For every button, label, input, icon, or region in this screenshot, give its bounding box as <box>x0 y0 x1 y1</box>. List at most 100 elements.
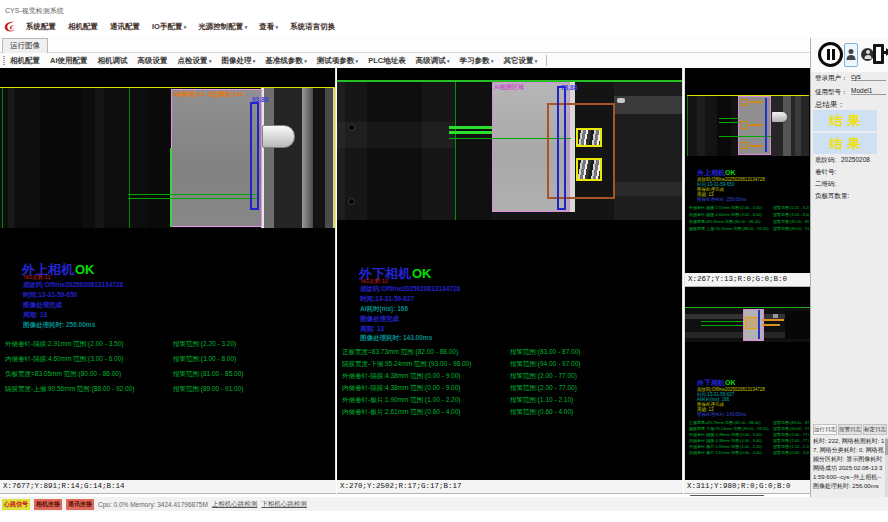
tool-baseline-params[interactable]: 基准线参数 <box>260 56 311 66</box>
camera-image-lower: AI检测区域 73.88 <box>337 82 683 220</box>
bolt-head <box>348 198 355 205</box>
menu-item-view[interactable]: 查看 <box>253 22 284 32</box>
measurement-row: 外侧卷针-隔膜:4.38mm 范围:(0.00 - 9.00)报警范围:(2.0… <box>337 372 682 382</box>
tab-strip: 运行图像 <box>0 37 888 53</box>
user-button-active[interactable] <box>844 43 858 67</box>
tool-plc-address[interactable]: PLC地址表 <box>363 56 411 66</box>
process-time: 图像处理耗时: 256.00ms <box>23 321 95 330</box>
thumb-bar-underline <box>690 495 764 496</box>
result-box-lower: 结果 <box>813 133 877 154</box>
thumb-measure-row: 隔膜宽度-上侧:90.56mm 范围:(88.00 - 92.00)报警范围:(… <box>685 226 810 232</box>
upper-camera-heartbeat-link[interactable]: 上相机心跳检测 <box>212 500 258 509</box>
measure-value-label: 93.88 <box>252 96 268 103</box>
tool-advanced-debug[interactable]: 高级调试 <box>411 56 455 66</box>
measurement-row: 内侧卷针-隔膜:4.60mm 范围:(3.00 - 6.00)报警范围:(3.0… <box>0 355 335 365</box>
overlay-green-vline <box>170 148 172 227</box>
threshold-label: N标阈值:93, 动态阈值:100 <box>173 90 243 99</box>
tool-ai-config[interactable]: AI使用配置 <box>45 56 93 66</box>
result-ok: OK <box>75 262 95 277</box>
camera-view-lower[interactable]: AI检测区域 73.88 外下相机OK NG次数:10 底纹码:Offline2… <box>337 68 683 480</box>
overlay-roi-rect <box>171 89 262 227</box>
info-ai-time: AI耗时(ms): 166 <box>360 305 408 314</box>
info-code: 底纹码:Offline2025020813134728 <box>23 281 123 290</box>
info-time: 时间:13-31-59-650 <box>23 291 77 300</box>
tool-image-process[interactable]: 图像处理 <box>216 56 260 66</box>
menu-item-light-config[interactable]: 光源控制配置 <box>192 22 253 32</box>
overlay-measure-rect <box>250 102 259 210</box>
thumb-image-lower <box>685 308 810 342</box>
model-label: 使用型号： <box>815 88 848 97</box>
thumb-mark <box>740 142 748 149</box>
exit-button[interactable] <box>873 44 888 66</box>
thumb-mark <box>740 99 748 106</box>
thumb-measure-row: 外侧卷针-隔膜:2.91mm 范围:(2.00 - 3.50)报警范围:(2.2… <box>685 205 810 211</box>
camera-image-upper: N标阈值:93, 动态阈值:100 93.88 <box>0 88 336 228</box>
thumb-measure-row: 内侧卷针-隔膜:4.60mm 范围:(3.00 - 6.00)报警范围:(3.0… <box>685 212 810 218</box>
status-bar: 心跳信号 相机连接 通讯连接 Cpu: 0.0% Memory: 3424.41… <box>0 497 888 511</box>
tool-camera-config[interactable]: 相机配置 <box>5 56 45 66</box>
model-value[interactable]: Model1 <box>851 87 886 95</box>
info-time: 时间:13-31-59-627 <box>360 295 414 304</box>
overlay-defect-box <box>576 158 602 181</box>
thumbnail-column[interactable]: 外上相机OK 底纹码:Offline2025020813134728 时间:13… <box>684 68 810 480</box>
login-user-label: 登录用户： <box>815 74 848 83</box>
field-label: 底纹码: <box>815 156 836 165</box>
measure-value-label: 73.88 <box>561 84 577 91</box>
info-done: 图像处理完成 <box>23 301 62 310</box>
thumb-measure-line <box>765 98 767 152</box>
thumb-measure-line <box>758 310 760 339</box>
coords-bar-lower: X:270;Y:2502;R:17;G:17;B:17 <box>337 480 683 494</box>
toolbar-divider <box>546 55 547 66</box>
cpu-memory-text: Cpu: 0.0% Memory: 3424.41796875M <box>98 501 208 508</box>
menu-item-language[interactable]: 系统语言切换 <box>284 22 341 32</box>
pause-button[interactable] <box>818 42 843 67</box>
thumb-info: 图像处理耗时: 143.00ms <box>697 412 809 417</box>
toolbar: 相机配置 AI使用配置 相机调试 高级设置 点检设置 图像处理 基准线参数 测试… <box>0 53 810 68</box>
tool-camera-debug[interactable]: 相机调试 <box>93 56 133 66</box>
info-cycle: 周期: 13 <box>23 311 47 320</box>
tool-other-settings[interactable]: 其它设置 <box>498 56 542 66</box>
menu-item-camera-config[interactable]: 相机配置 <box>62 22 104 32</box>
camera-view-upper[interactable]: N标阈值:93, 动态阈值:100 93.88 外上相机OK NG次数:11 底… <box>0 68 336 480</box>
coords-bar-thumb-upper: X:267;Y:13;R:0;G:0;B:0 <box>685 273 810 287</box>
ng-count: NG次数:11 <box>24 274 51 281</box>
thumb-image-upper <box>687 96 809 156</box>
control-buttons-row <box>811 38 888 72</box>
tool-test-params[interactable]: 测试项参数 <box>312 56 363 66</box>
menu-item-system-config[interactable]: 系统配置 <box>20 22 62 32</box>
status-comm-badge: 通讯连接 <box>66 499 94 510</box>
result-box-upper: 结果 <box>813 110 877 131</box>
log-tab-calib[interactable]: 标定日志 <box>863 424 887 435</box>
measurement-row: 正极宽度=83.73mm 范围:(82.00 - 88.00)报警范围:(83.… <box>337 348 682 358</box>
lower-camera-heartbeat-link[interactable]: 下相机心跳检测 <box>261 500 307 509</box>
menu-item-io-config[interactable]: IO手配置 <box>146 22 192 32</box>
overlay-green-hline <box>128 198 259 199</box>
login-user-value[interactable]: cys <box>851 73 886 81</box>
tab-clip-object <box>262 125 295 148</box>
menu-item-comm-config[interactable]: 通讯配置 <box>104 22 146 32</box>
status-camera-badge: 相机连接 <box>34 499 62 510</box>
control-panel: 登录用户： cys 使用型号： Model1 总结果： 结果 结果 底纹码: 2… <box>810 38 888 497</box>
ai-region-label: AI检测区域 <box>494 83 524 92</box>
thumb-measure-row: 内侧卷针-极片:2.61mm 范围:(0.60 - 4.00)报警范围:(0.6… <box>685 450 810 456</box>
overlay-green-vline <box>2 88 3 228</box>
process-time: 图像处理耗时: 143.00ms <box>360 334 432 343</box>
field-label: 卷针号: <box>815 168 836 177</box>
overlay-green-hline <box>449 126 492 129</box>
measurement-row: 内侧卷针-极片:2.61mm 范围:(0.60 - 4.00)报警范围:(0.6… <box>337 408 682 418</box>
status-heartbeat-badge: 心跳信号 <box>2 499 30 510</box>
overlay-defect-box <box>576 128 602 147</box>
log-tab-alarm[interactable]: 报警日志 <box>838 424 862 435</box>
app-logo-icon <box>3 20 18 34</box>
tool-advanced-settings[interactable]: 高级设置 <box>133 56 173 66</box>
tab-run-image[interactable]: 运行图像 <box>2 38 48 53</box>
coords-bar-thumb-lower: X:311;Y:980;R:0;G:0;B:0 <box>684 480 810 494</box>
log-tab-run[interactable]: 运行日志 <box>813 424 837 435</box>
measurement-row: 外侧卷针-隔膜:2.91mm 范围:(2.00 - 3.50)报警范围:(2.2… <box>0 340 335 350</box>
info-code: 底纹码:Offline2025020813134728 <box>360 285 460 294</box>
overlay-yellow-vline <box>334 88 335 228</box>
tool-learn-params[interactable]: 学习参数 <box>455 56 499 66</box>
field-value: 20250208 <box>841 156 870 163</box>
field-label: 二维码: <box>815 180 836 189</box>
tool-spot-check[interactable]: 点检设置 <box>173 56 217 66</box>
